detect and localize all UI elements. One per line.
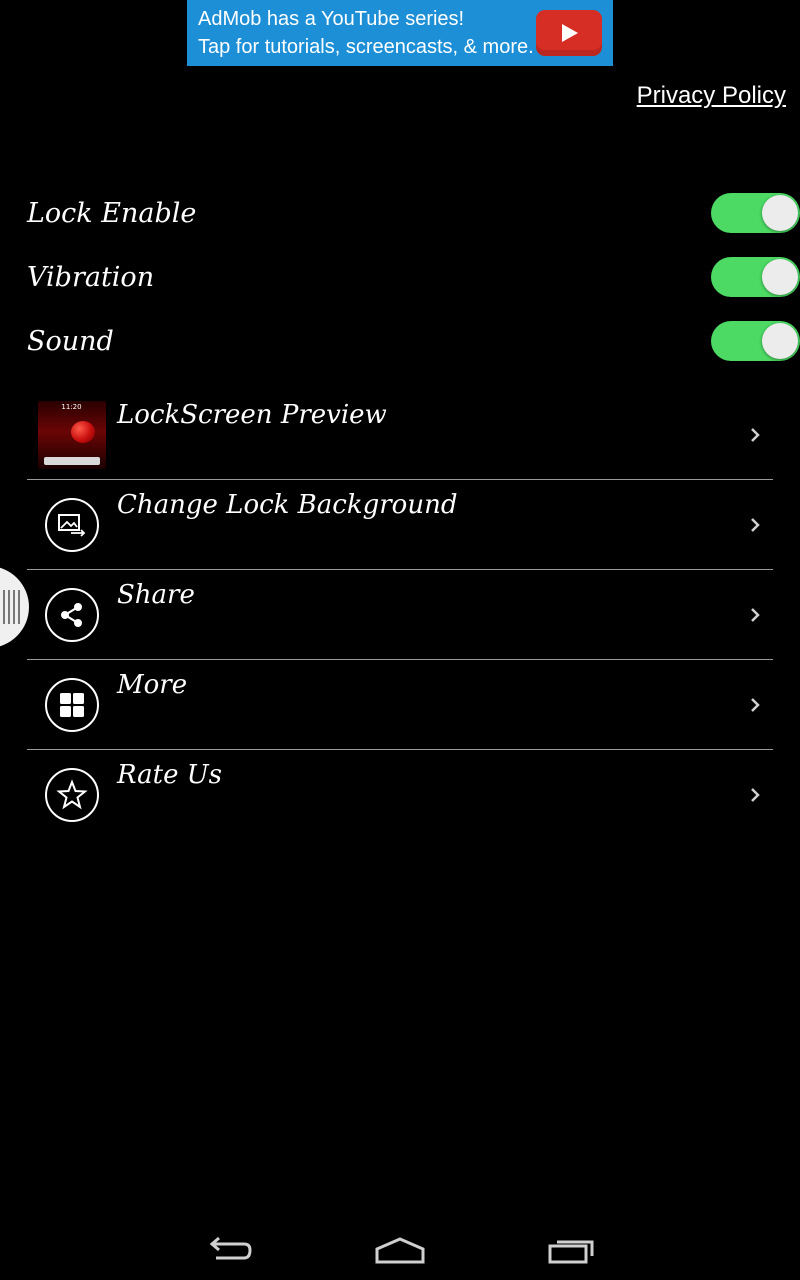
menu-item-label: Rate Us: [117, 760, 223, 790]
image-swap-icon-wrap: [27, 480, 117, 570]
switch-knob: [762, 259, 798, 295]
slide-bar: [43, 457, 100, 465]
system-navigation-bar: [0, 1218, 800, 1280]
chevron-right-icon: [751, 518, 760, 532]
menu-item-change-background[interactable]: Change Lock Background: [27, 480, 773, 570]
handle-line: [13, 590, 15, 624]
home-icon[interactable]: [370, 1230, 430, 1270]
lock-enable-label: Lock Enable: [27, 197, 197, 229]
menu-item-label: More: [117, 670, 188, 700]
apple-image: [70, 421, 95, 443]
ad-banner[interactable]: AdMob has a YouTube series! Tap for tuto…: [187, 0, 613, 66]
settings-menu: 11:20 LockScreen Preview Change Lock Bac…: [27, 390, 773, 840]
grid-icon: [45, 678, 99, 732]
back-icon[interactable]: [200, 1230, 260, 1270]
menu-item-lockscreen-preview[interactable]: 11:20 LockScreen Preview: [27, 390, 773, 480]
chevron-right-icon: [751, 698, 760, 712]
menu-item-more[interactable]: More: [27, 660, 773, 750]
lock-enable-switch[interactable]: [711, 193, 800, 233]
chevron-right-icon: [751, 788, 760, 802]
vibration-label: Vibration: [27, 261, 155, 293]
ad-text: AdMob has a YouTube series! Tap for tuto…: [187, 5, 536, 61]
switch-knob: [762, 323, 798, 359]
chevron-right-icon: [751, 428, 760, 442]
side-drawer-handle[interactable]: [0, 566, 29, 648]
toggle-row-sound: Sound: [27, 313, 800, 369]
lockscreen-preview-thumbnail: 11:20: [37, 401, 106, 469]
lockscreen-preview-icon: 11:20: [27, 390, 117, 480]
chevron-right-icon: [751, 608, 760, 622]
handle-line: [3, 590, 5, 624]
preview-clock: 11:20: [61, 403, 82, 411]
toggle-row-vibration: Vibration: [27, 249, 800, 305]
ad-line-1: AdMob has a YouTube series!: [198, 8, 465, 30]
grid-icon-wrap: [27, 660, 117, 750]
handle-line: [18, 590, 20, 624]
recents-icon[interactable]: [541, 1230, 601, 1270]
menu-item-label: LockScreen Preview: [117, 400, 387, 430]
share-icon: [45, 588, 99, 642]
sound-switch[interactable]: [711, 321, 800, 361]
switch-knob: [762, 195, 798, 231]
menu-item-share[interactable]: Share: [27, 570, 773, 660]
handle-line: [8, 590, 10, 624]
image-swap-icon: [45, 498, 99, 552]
star-icon-wrap: [27, 750, 117, 840]
share-icon-wrap: [27, 570, 117, 660]
menu-item-label: Change Lock Background: [117, 490, 458, 520]
menu-item-label: Share: [117, 580, 195, 610]
toggle-row-lock-enable: Lock Enable: [27, 185, 800, 241]
vibration-switch[interactable]: [711, 257, 800, 297]
ad-line-2: Tap for tutorials, screencasts, & more.: [198, 36, 534, 58]
app-screen: AdMob has a YouTube series! Tap for tuto…: [0, 0, 800, 1280]
sound-label: Sound: [27, 325, 114, 357]
menu-item-rate-us[interactable]: Rate Us: [27, 750, 773, 840]
youtube-play-icon[interactable]: [536, 10, 602, 56]
star-icon: [45, 768, 99, 822]
privacy-policy-link[interactable]: Privacy Policy: [637, 82, 786, 110]
